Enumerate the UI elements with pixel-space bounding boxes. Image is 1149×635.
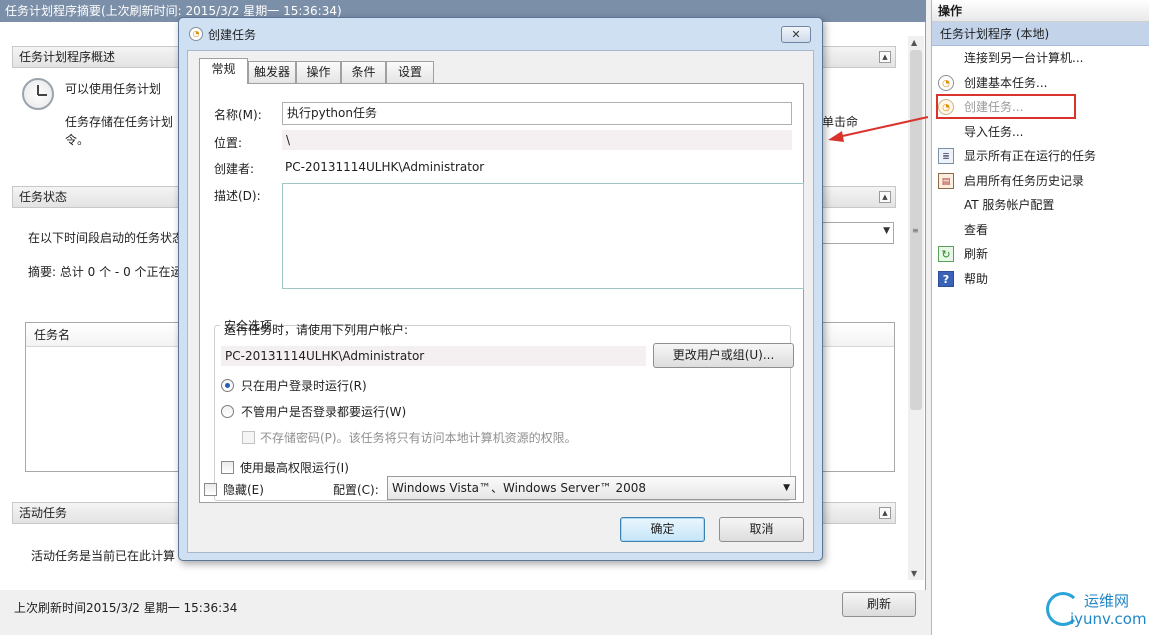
watermark-url: iyunv.com bbox=[1070, 610, 1147, 628]
tab-conditions[interactable]: 条件 bbox=[341, 61, 386, 83]
action-label: 显示所有正在运行的任务 bbox=[964, 149, 1097, 163]
do-not-store-password-label: 不存储密码(P)。该任务将只有访问本地计算机资源的权限。 bbox=[260, 431, 577, 445]
action-label: 刷新 bbox=[964, 247, 989, 261]
active-tasks-text: 活动任务是当前已在此计算 bbox=[31, 549, 176, 563]
site-watermark: 运维网 iyunv.com bbox=[1040, 588, 1148, 634]
change-user-button[interactable]: 更改用户或组(U)... bbox=[653, 343, 794, 368]
radio-run-whether-logged-on[interactable] bbox=[221, 405, 234, 418]
action-at-service-config[interactable]: AT 服务帐户配置 bbox=[932, 193, 1149, 218]
dialog-title: 创建任务 bbox=[208, 28, 257, 42]
location-value: \ bbox=[282, 130, 792, 150]
hidden-label: 隐藏(E) bbox=[223, 483, 264, 497]
radio-run-whether-logged-on-label: 不管用户是否登录都要运行(W) bbox=[241, 405, 407, 419]
location-label: 位置: bbox=[214, 136, 243, 150]
cancel-button[interactable]: 取消 bbox=[719, 517, 804, 542]
tab-actions[interactable]: 操作 bbox=[296, 61, 341, 83]
import-icon bbox=[938, 124, 954, 140]
scheduler-clock-icon bbox=[22, 78, 54, 110]
action-refresh[interactable]: ↻ 刷新 bbox=[932, 242, 1149, 267]
chevron-down-icon: ▼ bbox=[883, 226, 890, 236]
view-icon bbox=[938, 222, 954, 238]
configure-select[interactable]: Windows Vista™、Windows Server™ 2008 ▼ bbox=[387, 476, 796, 500]
tab-general[interactable]: 常规 bbox=[199, 58, 248, 84]
clock-icon: ◔ bbox=[189, 27, 203, 41]
configure-label: 配置(C): bbox=[333, 483, 379, 497]
tab-settings[interactable]: 设置 bbox=[386, 61, 434, 83]
actions-group-title[interactable]: 任务计划程序 (本地) bbox=[932, 22, 1149, 46]
watermark-title: 运维网 bbox=[1084, 592, 1130, 610]
create-task-dialog: ◔ 创建任务 ✕ 常规 触发器 操作 条件 设置 名称(M): 执行python… bbox=[178, 17, 823, 561]
highest-privileges-checkbox[interactable] bbox=[221, 461, 234, 474]
overview-header-label: 任务计划程序概述 bbox=[19, 50, 116, 64]
run-as-user-value: PC-20131114ULHK\Administrator bbox=[221, 346, 646, 366]
last-refresh-text: 上次刷新时间2015/3/2 星期一 15:36:34 bbox=[14, 601, 238, 615]
action-label: AT 服务帐户配置 bbox=[964, 198, 1055, 212]
do-not-store-password-checkbox[interactable] bbox=[242, 431, 255, 444]
summary-scrollbar[interactable]: ▲ ≡ ▼ bbox=[908, 36, 924, 580]
scroll-down-icon[interactable]: ▼ bbox=[911, 569, 917, 578]
at-service-icon bbox=[938, 197, 954, 213]
configure-select-value: Windows Vista™、Windows Server™ 2008 bbox=[392, 481, 647, 495]
description-textarea[interactable] bbox=[282, 183, 804, 289]
author-label: 创建者: bbox=[214, 162, 255, 176]
radio-run-when-logged-on-label: 只在用户登录时运行(R) bbox=[241, 379, 367, 393]
scroll-up-icon[interactable]: ▲ bbox=[911, 38, 917, 47]
action-label: 启用所有任务历史记录 bbox=[964, 173, 1085, 188]
name-label: 名称(M): bbox=[214, 108, 262, 122]
chevron-down-icon: ▼ bbox=[783, 483, 790, 493]
action-label: 连接到另一台计算机... bbox=[964, 51, 1084, 65]
overview-line-2: 任务存储在任务计划 bbox=[65, 115, 174, 129]
create-task-highlight-box bbox=[936, 94, 1076, 119]
ok-button[interactable]: 确定 bbox=[620, 517, 705, 542]
highest-privileges-label: 使用最高权限运行(I) bbox=[240, 461, 349, 475]
overview-line-2-tail: 单击命 bbox=[822, 115, 859, 129]
computer-icon bbox=[938, 50, 954, 66]
status-period-label: 在以下时间段启动的任务状态 bbox=[28, 231, 185, 245]
task-status-header-label: 任务状态 bbox=[19, 190, 68, 204]
action-label: 帮助 bbox=[964, 271, 989, 286]
radio-run-when-logged-on[interactable] bbox=[221, 379, 234, 392]
dialog-title-bar[interactable]: ◔ 创建任务 ✕ bbox=[179, 18, 822, 48]
task-name-input[interactable]: 执行python任务 bbox=[282, 102, 792, 125]
help-icon: ? bbox=[938, 270, 954, 287]
action-label: 查看 bbox=[964, 222, 989, 237]
close-icon: ✕ bbox=[791, 28, 801, 41]
action-label: 导入任务... bbox=[964, 124, 1024, 139]
action-enable-history[interactable]: ▤ 启用所有任务历史记录 bbox=[932, 169, 1149, 194]
overview-line-1: 可以使用任务计划 bbox=[65, 82, 162, 96]
scroll-grip-icon: ≡ bbox=[912, 226, 919, 235]
dialog-body: 常规 触发器 操作 条件 设置 名称(M): 执行python任务 位置: \ … bbox=[187, 50, 814, 553]
action-view[interactable]: 查看 bbox=[932, 218, 1149, 243]
collapse-active-icon[interactable]: ▲ bbox=[879, 507, 891, 519]
refresh-button[interactable]: 刷新 bbox=[842, 592, 916, 617]
status-summary: 摘要: 总计 0 个 - 0 个正在运 bbox=[28, 265, 183, 279]
collapse-overview-icon[interactable]: ▲ bbox=[879, 51, 891, 63]
action-help[interactable]: ? 帮助 bbox=[932, 267, 1149, 292]
active-tasks-header-label: 活动任务 bbox=[19, 506, 68, 520]
collapse-status-icon[interactable]: ▲ bbox=[879, 191, 891, 203]
run-as-label: 运行任务时，请使用下列用户帐户: bbox=[224, 323, 409, 337]
author-value: PC-20131114ULHK\Administrator bbox=[285, 160, 485, 174]
tab-triggers[interactable]: 触发器 bbox=[248, 61, 296, 83]
action-label: 创建基本任务... bbox=[964, 75, 1048, 90]
hidden-checkbox[interactable] bbox=[204, 483, 217, 496]
overview-line-3: 令。 bbox=[65, 133, 90, 147]
action-create-basic-task[interactable]: ◔ 创建基本任务... bbox=[932, 71, 1149, 96]
description-label: 描述(D): bbox=[214, 189, 261, 203]
dialog-close-button[interactable]: ✕ bbox=[781, 26, 811, 43]
general-tab-panel: 名称(M): 执行python任务 位置: \ 创建者: PC-20131114… bbox=[199, 83, 804, 503]
refresh-icon: ↻ bbox=[938, 246, 954, 262]
action-show-running-tasks[interactable]: ≣ 显示所有正在运行的任务 bbox=[932, 144, 1149, 169]
actions-header: 操作 bbox=[932, 0, 1149, 22]
action-import-task[interactable]: 导入任务... bbox=[932, 120, 1149, 145]
running-tasks-icon: ≣ bbox=[938, 148, 954, 164]
clock-icon: ◔ bbox=[938, 74, 954, 91]
history-icon: ▤ bbox=[938, 172, 954, 189]
action-connect-computer[interactable]: 连接到另一台计算机... bbox=[932, 46, 1149, 71]
